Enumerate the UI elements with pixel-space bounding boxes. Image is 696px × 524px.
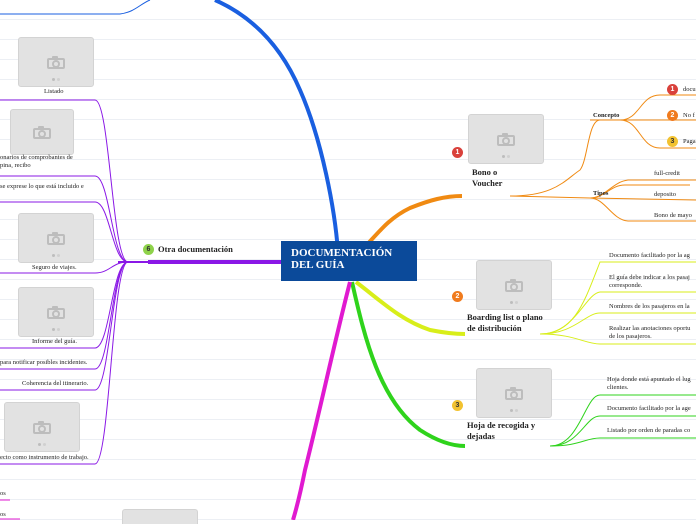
item-text: clientes. [607, 384, 629, 391]
branch-label: de distribución [467, 323, 522, 333]
camera-icon [497, 132, 515, 146]
branch-label: Hoja de recogida y [467, 420, 536, 430]
listado-image-placeholder [18, 37, 94, 87]
branch-number-badge: 3 [452, 400, 463, 411]
item-text: Documento facilitado por la ag [609, 252, 690, 259]
branch-otra-documentacion[interactable]: Otra documentación [158, 244, 233, 255]
branch-number-badge: 1 [452, 147, 463, 158]
item-text: pina, recibo [0, 162, 31, 169]
item-number-badge: 2 [667, 110, 678, 121]
tipos-item[interactable]: full-credit [654, 170, 680, 178]
comprobantes-image-placeholder [10, 109, 74, 155]
bottom-image-placeholder [122, 509, 198, 524]
subtopic-tipos[interactable]: Tipos [593, 190, 608, 198]
informe-image-placeholder [18, 287, 94, 337]
otra-item-comprobantes[interactable]: onarios de comprobantes de pina, recibo [0, 154, 73, 170]
camera-icon [33, 420, 51, 434]
camera-icon [47, 231, 65, 245]
item-number-badge: 1 [667, 84, 678, 95]
seguro-image-placeholder [18, 213, 94, 263]
bono-image-placeholder [468, 114, 544, 164]
branch-label: Boarding list o plano [467, 312, 543, 322]
otra-item-notificar[interactable]: para notificar posibles incidentes. [0, 359, 87, 367]
subtopic-concepto[interactable]: Concepto [593, 112, 619, 120]
boarding-item[interactable]: Realizar las anotaciones oportu de los p… [609, 325, 690, 341]
camera-icon [47, 305, 65, 319]
camera-icon [47, 55, 65, 69]
boarding-item[interactable]: Nombres de los pasajeros en la [609, 303, 690, 311]
branch-number-badge: 6 [143, 244, 154, 255]
otra-item-instrumento[interactable]: ecto como instrumento de trabajo. [0, 454, 89, 462]
central-title-line1: DOCUMENTACIÓN [291, 247, 393, 259]
camera-icon [33, 125, 51, 139]
tipos-item[interactable]: deposito [654, 191, 676, 199]
hoja-item[interactable]: Listado por orden de paradas co [607, 427, 690, 435]
concepto-item[interactable]: No f [683, 112, 695, 120]
branch-bono-voucher[interactable]: Bono o Voucher [472, 167, 502, 189]
item-text: Listado por orden de paradas co [607, 427, 691, 434]
item-number-badge: 3 [667, 136, 678, 147]
otra-item-coherencia[interactable]: Coherencia del itinerario. [22, 380, 88, 388]
otra-item-listado[interactable]: Listado [44, 88, 64, 96]
hoja-item[interactable]: Hoja donde está apuntado el lug clientes… [607, 376, 691, 392]
branch-label: Voucher [472, 178, 503, 188]
boarding-image-placeholder [476, 260, 552, 310]
mind-map-canvas[interactable]: DOCUMENTACIÓN DEL GUÍA 1 Bono o Voucher … [0, 0, 696, 524]
item-text: El guía debe indicar a los pasaj [609, 274, 690, 281]
concepto-item[interactable]: Paga [683, 138, 696, 146]
boarding-item[interactable]: El guía debe indicar a los pasaj corresp… [609, 274, 690, 290]
branch-boarding-list[interactable]: Boarding list o plano de distribución [467, 312, 543, 334]
item-text: Nombres de los pasajeros en la [609, 303, 690, 310]
branch-number-badge: 2 [452, 291, 463, 302]
camera-icon [505, 278, 523, 292]
otra-item-informe[interactable]: Informe del guía. [32, 338, 77, 346]
item-text: Hoja donde está apuntado el lug [607, 376, 691, 383]
bottom-left-item[interactable]: os [0, 511, 6, 519]
item-text: onarios de comprobantes de [0, 154, 73, 161]
branch-hoja-recogida[interactable]: Hoja de recogida y dejadas [467, 420, 535, 442]
central-title-line2: DEL GUÍA [291, 259, 345, 271]
branch-label: dejadas [467, 431, 495, 441]
item-text: Documento facilitado por la age [607, 405, 691, 412]
item-text: corresponde. [609, 282, 643, 289]
branch-label: Bono o [472, 167, 498, 177]
boarding-item[interactable]: Documento facilitado por la ag [609, 252, 690, 260]
hoja-image-placeholder [476, 368, 552, 418]
otra-item-exprese[interactable]: se exprese lo que está incluido e [0, 183, 84, 191]
otra-item-seguro[interactable]: Seguro de viajes. [32, 264, 77, 272]
bottom-left-item[interactable]: os [0, 490, 6, 498]
item-text: Realizar las anotaciones oportu [609, 325, 691, 332]
concepto-item[interactable]: docu [683, 86, 696, 94]
item-text: de los pasajeros. [609, 333, 652, 340]
instrumento-image-placeholder [4, 402, 80, 452]
tipos-item[interactable]: Bono de mayo [654, 212, 692, 220]
hoja-item[interactable]: Documento facilitado por la age [607, 405, 691, 413]
central-topic[interactable]: DOCUMENTACIÓN DEL GUÍA [281, 241, 417, 281]
camera-icon [505, 386, 523, 400]
